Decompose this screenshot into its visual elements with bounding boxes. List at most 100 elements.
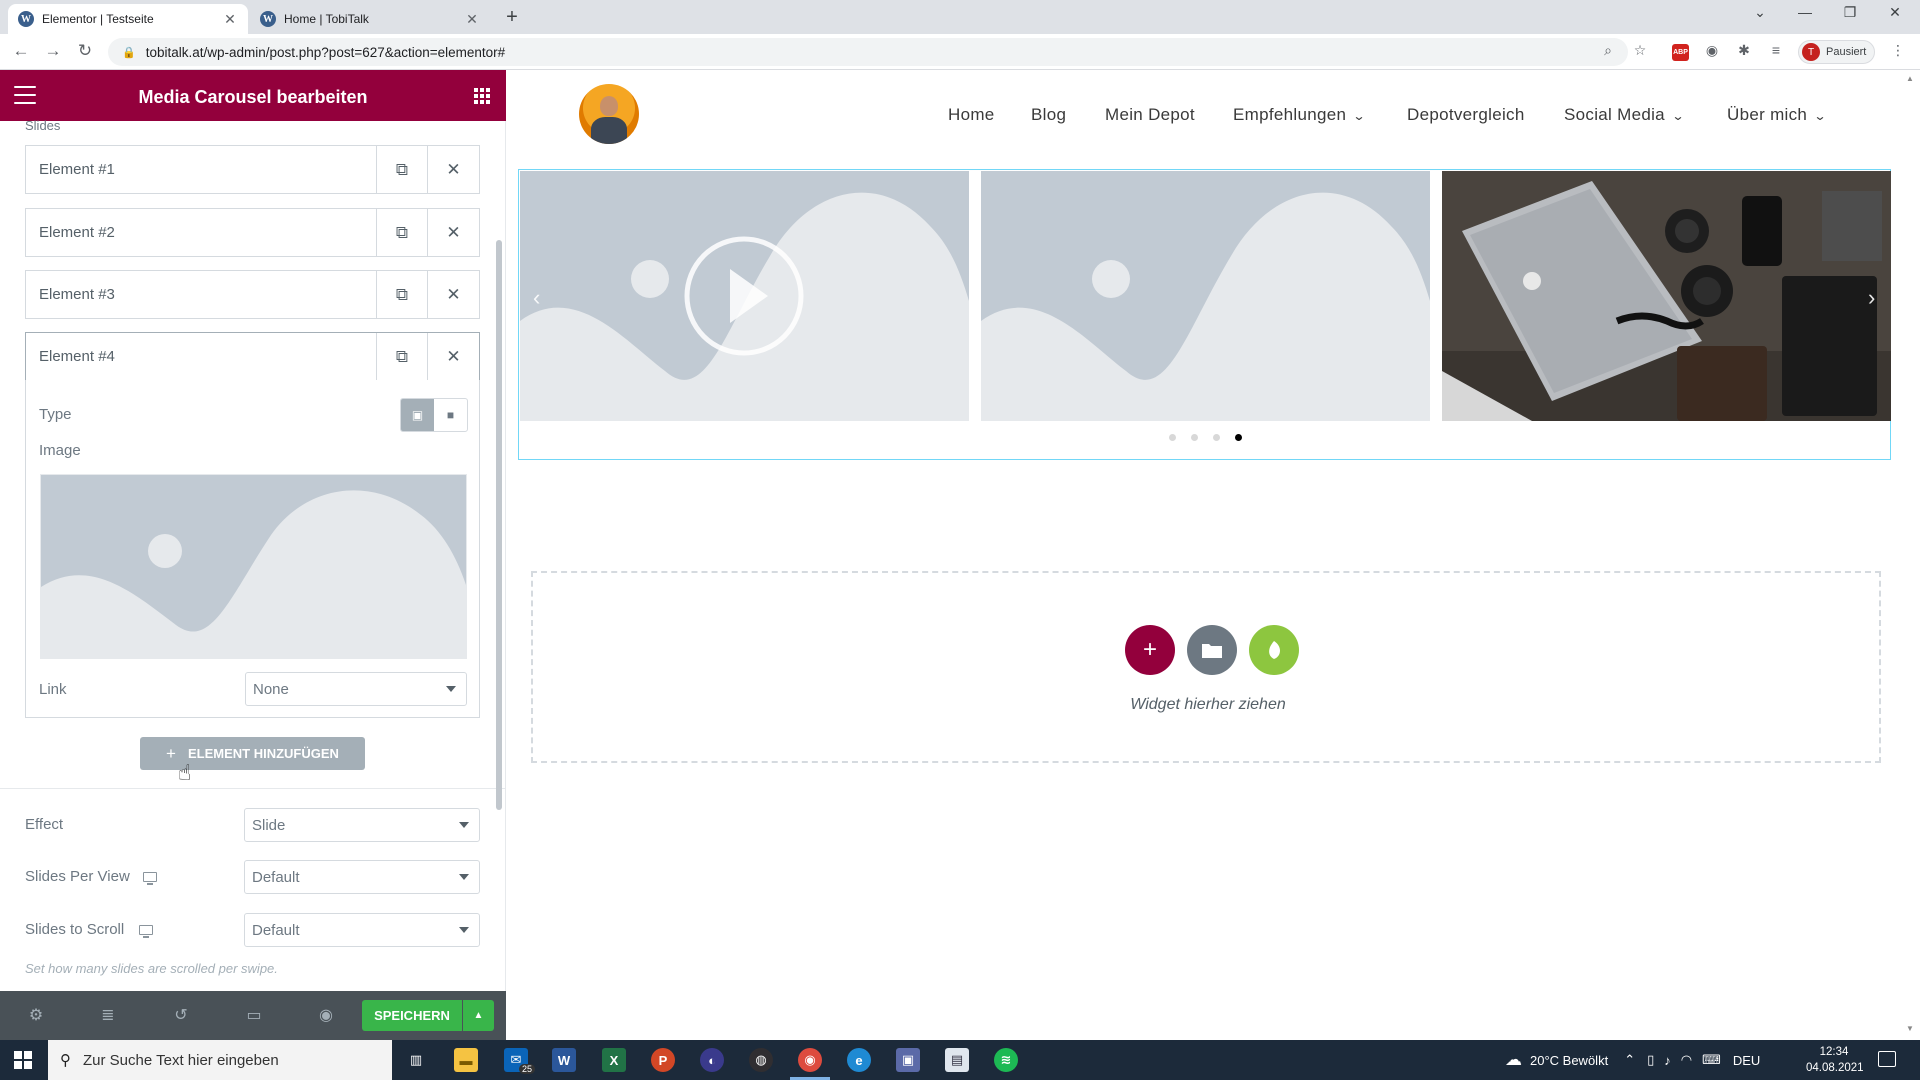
repeater-item-4[interactable]: Element #4 ⧉ ✕ bbox=[25, 332, 480, 381]
grammarly-icon[interactable]: ◉ bbox=[1702, 42, 1722, 59]
close-window-icon[interactable]: ✕ bbox=[1875, 4, 1915, 21]
task-view-icon[interactable]: ▥ bbox=[404, 1048, 428, 1072]
media-carousel[interactable]: ‹ › bbox=[518, 169, 1891, 460]
carousel-dot-active[interactable] bbox=[1235, 434, 1242, 441]
obs-icon[interactable]: ◍ bbox=[749, 1048, 773, 1072]
preview-eye-icon[interactable]: ◉ bbox=[314, 1005, 338, 1025]
desktop-icon[interactable] bbox=[143, 872, 157, 885]
nav-empfehlungen[interactable]: Empfehlungen ⌄ bbox=[1233, 105, 1366, 125]
reload-icon[interactable]: ↻ bbox=[74, 41, 96, 61]
carousel-dot[interactable] bbox=[1213, 434, 1220, 441]
duplicate-icon[interactable]: ⧉ bbox=[377, 333, 428, 380]
keyboard-icon[interactable]: ⌨ bbox=[1702, 1052, 1721, 1068]
history-icon[interactable]: ↺ bbox=[169, 1005, 193, 1025]
browser-tab-home[interactable]: W Home | TobiTalk ✕ bbox=[250, 4, 490, 34]
nav-blog[interactable]: Blog bbox=[1031, 105, 1066, 125]
weather-cloud-icon[interactable]: ☁ bbox=[1505, 1050, 1522, 1070]
adblock-icon[interactable]: ABP bbox=[1672, 44, 1689, 61]
remove-icon[interactable]: ✕ bbox=[428, 209, 479, 256]
wifi-icon[interactable]: ◠ bbox=[1681, 1052, 1692, 1068]
image-type-icon[interactable]: ▣ bbox=[401, 399, 434, 431]
notification-center-icon[interactable] bbox=[1878, 1051, 1896, 1067]
template-library-folder-icon[interactable] bbox=[1187, 625, 1237, 675]
save-options-caret-icon[interactable]: ▲ bbox=[463, 1000, 494, 1031]
minimize-icon[interactable]: — bbox=[1785, 4, 1825, 20]
remove-icon[interactable]: ✕ bbox=[428, 333, 479, 380]
app-window-icon[interactable]: ▣ bbox=[896, 1048, 920, 1072]
scroll-down-icon[interactable]: ▼ bbox=[1906, 1024, 1914, 1033]
weather-text[interactable]: 20°C Bewölkt bbox=[1530, 1053, 1608, 1068]
carousel-slide-image[interactable] bbox=[981, 171, 1430, 421]
reading-list-icon[interactable]: ≡ bbox=[1766, 42, 1786, 58]
address-bar[interactable]: 🔒 tobitalk.at/wp-admin/post.php?post=627… bbox=[108, 38, 1628, 66]
nav-ueber-mich[interactable]: Über mich ⌄ bbox=[1727, 105, 1827, 125]
new-tab-icon[interactable]: + bbox=[500, 6, 524, 29]
carousel-next-icon[interactable]: › bbox=[1868, 285, 1875, 311]
tray-overflow-icon[interactable]: ⌃ bbox=[1624, 1052, 1635, 1068]
save-button[interactable]: SPEICHERN bbox=[362, 1000, 462, 1031]
tab-search-icon[interactable]: ⌄ bbox=[1740, 4, 1780, 21]
notepad-icon[interactable]: ▤ bbox=[945, 1048, 969, 1072]
type-toggle[interactable]: ▣ ■ bbox=[400, 398, 468, 432]
zoom-icon[interactable]: ⌕ bbox=[1598, 42, 1618, 59]
scroll-up-icon[interactable]: ▲ bbox=[1906, 74, 1914, 83]
repeater-item-label[interactable]: Element #2 bbox=[26, 209, 377, 256]
link-select[interactable]: None bbox=[245, 672, 467, 706]
back-icon[interactable]: ← bbox=[10, 41, 32, 61]
carousel-slide-photo[interactable] bbox=[1442, 171, 1891, 421]
spotify-icon[interactable]: ≋ bbox=[994, 1048, 1018, 1072]
add-section-plus-icon[interactable]: + bbox=[1125, 625, 1175, 675]
widgets-grid-icon[interactable] bbox=[474, 88, 490, 104]
slides-per-view-select[interactable]: Default bbox=[244, 860, 480, 894]
remove-icon[interactable]: ✕ bbox=[428, 146, 479, 193]
edge-icon[interactable]: e bbox=[847, 1048, 871, 1072]
preview-scrollbar[interactable]: ▲ ▼ bbox=[1902, 70, 1920, 1040]
panel-scrollbar[interactable] bbox=[496, 240, 502, 810]
browser-menu-icon[interactable]: ⋮ bbox=[1888, 42, 1908, 59]
image-placeholder[interactable] bbox=[40, 474, 467, 659]
windows-start-icon[interactable] bbox=[14, 1051, 32, 1069]
duplicate-icon[interactable]: ⧉ bbox=[377, 271, 428, 318]
clock[interactable]: 12:34 04.08.2021 bbox=[1806, 1044, 1864, 1076]
settings-gear-icon[interactable]: ⚙ bbox=[24, 1005, 48, 1025]
repeater-item-label[interactable]: Element #4 bbox=[26, 333, 377, 380]
battery-icon[interactable]: ▯ bbox=[1647, 1052, 1654, 1068]
taskbar-search-input[interactable]: ⚲ Zur Suche Text hier eingeben bbox=[48, 1040, 392, 1080]
bookmark-star-icon[interactable]: ☆ bbox=[1630, 42, 1650, 59]
desktop-icon[interactable] bbox=[139, 925, 153, 938]
chrome-icon[interactable]: ◉ bbox=[790, 1048, 830, 1080]
word-icon[interactable]: W bbox=[552, 1048, 576, 1072]
duplicate-icon[interactable]: ⧉ bbox=[377, 146, 428, 193]
carousel-slide-video[interactable] bbox=[520, 171, 969, 421]
file-explorer-icon[interactable]: ▬ bbox=[454, 1048, 478, 1072]
carousel-dot[interactable] bbox=[1169, 434, 1176, 441]
language-indicator[interactable]: DEU bbox=[1733, 1053, 1760, 1068]
carousel-dot[interactable] bbox=[1191, 434, 1198, 441]
restore-icon[interactable]: ❐ bbox=[1830, 4, 1870, 21]
repeater-item-label[interactable]: Element #3 bbox=[26, 271, 377, 318]
browser-tab-elementor[interactable]: W Elementor | Testseite ✕ bbox=[8, 4, 248, 34]
repeater-item-label[interactable]: Element #1 bbox=[26, 146, 377, 193]
add-element-button[interactable]: + ELEMENT HINZUFÜGEN bbox=[140, 737, 365, 770]
envato-leaf-icon[interactable] bbox=[1249, 625, 1299, 675]
site-logo[interactable] bbox=[579, 84, 639, 144]
repeater-item-2[interactable]: Element #2 ⧉ ✕ bbox=[25, 208, 480, 257]
app-icon[interactable]: ◐ bbox=[700, 1048, 724, 1072]
nav-mein-depot[interactable]: Mein Depot bbox=[1105, 105, 1195, 125]
carousel-prev-icon[interactable]: ‹ bbox=[533, 285, 540, 311]
nav-social-media[interactable]: Social Media ⌄ bbox=[1564, 105, 1684, 125]
video-type-icon[interactable]: ■ bbox=[434, 399, 467, 431]
profile-button[interactable]: T Pausiert bbox=[1798, 40, 1876, 64]
repeater-item-3[interactable]: Element #3 ⧉ ✕ bbox=[25, 270, 480, 319]
repeater-item-1[interactable]: Element #1 ⧉ ✕ bbox=[25, 145, 480, 194]
close-icon[interactable]: ✕ bbox=[222, 11, 238, 28]
powerpoint-icon[interactable]: P bbox=[651, 1048, 675, 1072]
extensions-puzzle-icon[interactable]: ✱ bbox=[1734, 42, 1754, 59]
close-icon[interactable]: ✕ bbox=[464, 11, 480, 28]
navigator-layers-icon[interactable]: ≣ bbox=[96, 1005, 120, 1025]
widget-dropzone[interactable]: + Widget hierher ziehen bbox=[531, 571, 1881, 763]
volume-icon[interactable]: ♪ bbox=[1664, 1053, 1671, 1068]
excel-icon[interactable]: X bbox=[602, 1048, 626, 1072]
responsive-mode-icon[interactable]: ▭ bbox=[242, 1005, 266, 1025]
duplicate-icon[interactable]: ⧉ bbox=[377, 209, 428, 256]
